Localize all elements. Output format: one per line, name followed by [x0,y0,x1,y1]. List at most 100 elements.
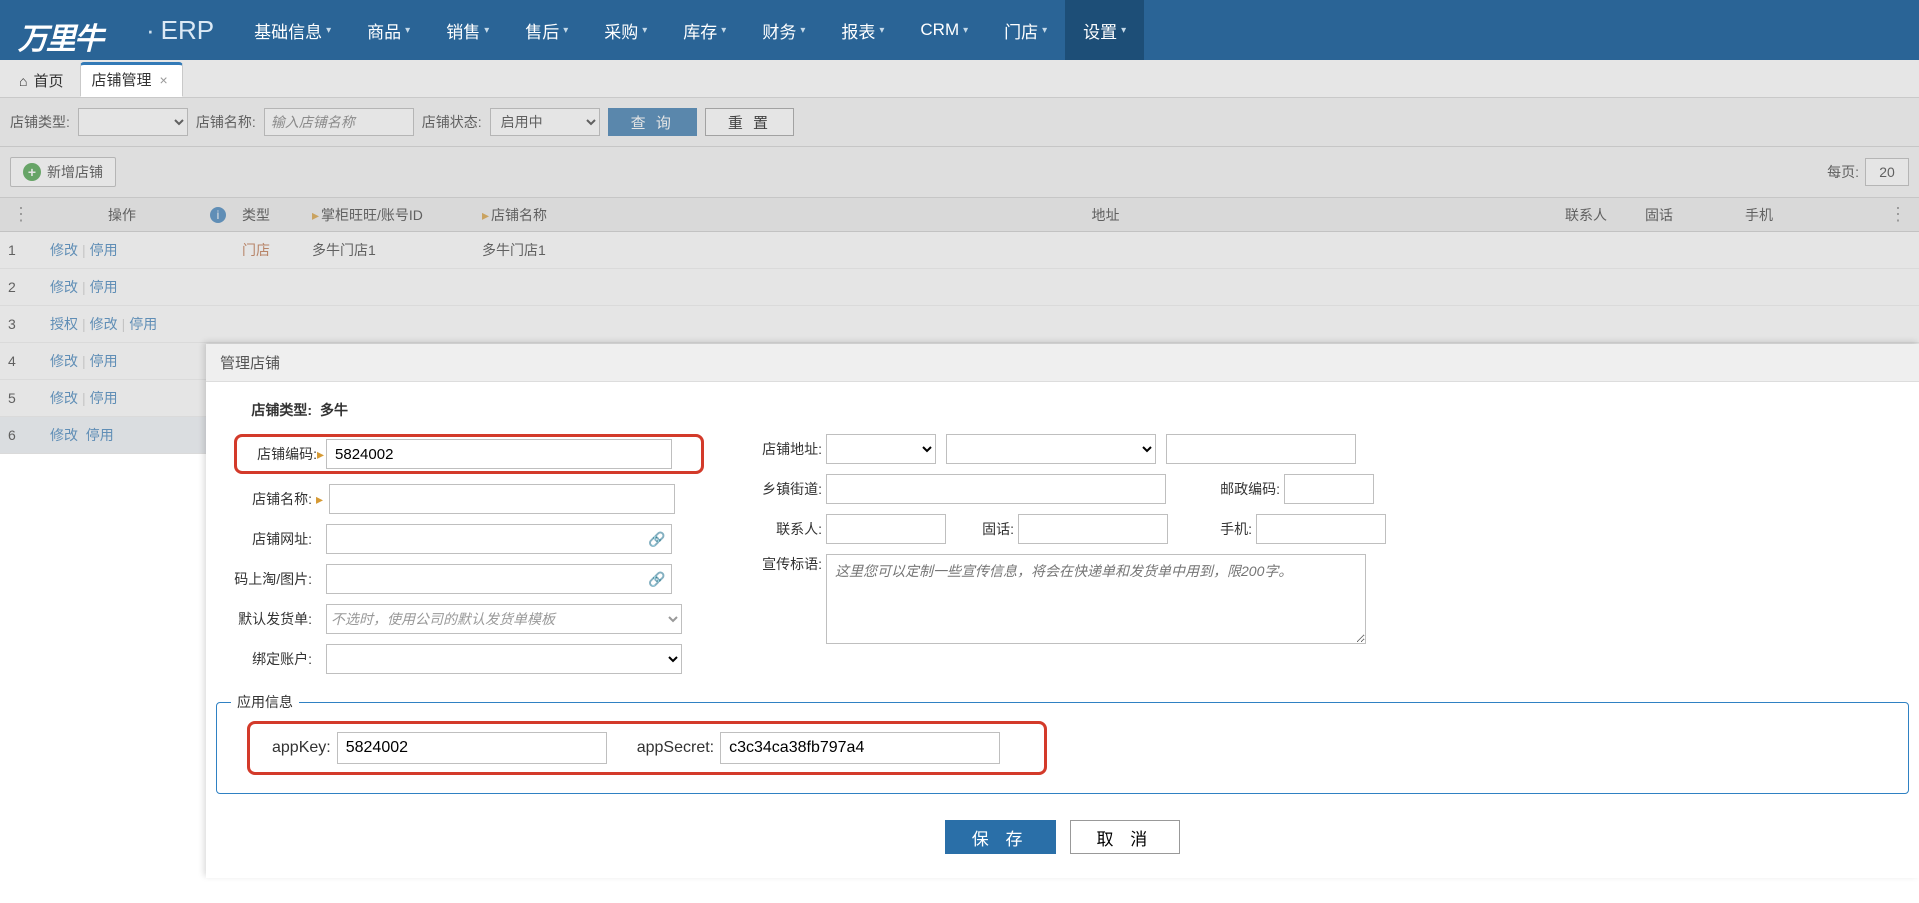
url-label: 店铺网址: [234,529,312,549]
th-op: 操作 [42,198,202,232]
shop-pic-input[interactable] [326,564,672,594]
shop-name-input[interactable] [329,484,675,514]
required-icon: ▸ [316,491,323,508]
bind-account-label: 绑定账户: [234,649,312,669]
disable-link[interactable]: 停用 [90,353,118,369]
default-slip-select[interactable]: 不选时，使用公司的默认发货单模板 [326,604,682,634]
save-button[interactable]: 保 存 [945,820,1056,854]
contact-input[interactable] [826,514,946,544]
required-icon: ▸ [317,446,324,463]
tab-home[interactable]: ⌂ 首页 [8,63,78,97]
shop-url-input[interactable] [326,524,672,554]
modify-link[interactable]: 修改 [50,279,78,295]
home-icon: ⌂ [19,73,27,89]
disable-link[interactable]: 停用 [90,279,118,295]
filter-name-input[interactable] [264,108,414,136]
th-shop-name[interactable]: ▸店铺名称 [474,198,654,232]
caret-down-icon: ▾ [721,25,726,36]
modal-title: 管理店铺 [206,344,1919,382]
modify-link[interactable]: 修改 [50,242,78,258]
caret-down-icon: ▾ [484,25,489,36]
addr-province-select[interactable] [826,434,936,464]
tel-input[interactable] [1018,514,1168,544]
caret-down-icon: ▾ [563,25,568,36]
th-contact: 联系人 [1557,198,1637,232]
top-nav: 万里牛 · ERP 基础信息▾ 商品▾ 销售▾ 售后▾ 采购▾ 库存▾ 财务▾ … [0,0,1919,60]
slogan-label: 宣传标语: [744,554,822,574]
nav-product[interactable]: 商品▾ [349,0,428,60]
disable-link[interactable]: 停用 [90,390,118,406]
manage-shop-modal: 管理店铺 店铺类型: 多牛 店铺编码: ▸ 店铺名称: ▸ [206,344,1919,878]
caret-down-icon: ▾ [963,25,968,36]
slip-label: 默认发货单: [234,609,312,629]
drag-handle-icon[interactable]: ⋮ [8,204,34,224]
nav-store[interactable]: 门店▾ [986,0,1065,60]
filter-name-label: 店铺名称: [196,112,256,132]
nav-basic-info[interactable]: 基础信息▾ [236,0,349,60]
nav-finance[interactable]: 财务▾ [744,0,823,60]
disable-link[interactable]: 停用 [90,242,118,258]
info-icon[interactable]: i [210,207,226,223]
nav-sales[interactable]: 销售▾ [428,0,507,60]
close-icon[interactable]: × [160,72,168,88]
nav-crm[interactable]: CRM▾ [902,0,986,60]
filter-type-select[interactable] [78,108,188,136]
caret-down-icon: ▾ [642,25,647,36]
table-row: 1 修改|停用 门店 多牛门店1 多牛门店1 [0,232,1919,269]
logo-separator: · [140,15,161,46]
appkey-input[interactable] [337,732,607,764]
modal-footer: 保 存 取 消 [206,804,1919,858]
modify-link[interactable]: 修改 [50,353,78,369]
add-shop-button[interactable]: + 新增店铺 [10,157,116,187]
modify-link[interactable]: 修改 [50,390,78,406]
filter-status-select[interactable]: 启用中 [490,108,600,136]
sort-icon: ▸ [482,207,489,223]
disable-link[interactable]: 停用 [129,316,157,332]
drag-handle-icon[interactable]: ⋮ [1885,204,1911,224]
th-mobile: 手机 [1737,198,1877,232]
logo-area: 万里牛 · ERP [0,14,236,46]
auth-link[interactable]: 授权 [50,316,78,332]
page-size-input[interactable] [1865,158,1909,186]
addr-detail-input[interactable] [1166,434,1356,464]
appsecret-label: appSecret: [637,739,714,757]
mobile-input[interactable] [1256,514,1386,544]
slogan-textarea[interactable] [826,554,1366,644]
town-input[interactable] [826,474,1166,504]
appsecret-input[interactable] [720,732,1000,764]
shop-code-input[interactable] [326,439,672,469]
nav-report[interactable]: 报表▾ [823,0,902,60]
contact-label: 联系人: [744,519,822,539]
addr-city-select[interactable] [946,434,1156,464]
modify-link[interactable]: 修改 [50,427,78,443]
bind-account-select[interactable] [326,644,682,674]
type-label: 店铺类型: [234,400,312,420]
tel-label: 固话: [964,519,1014,539]
nav-settings[interactable]: 设置▾ [1065,0,1144,60]
tab-shop-manage[interactable]: 店铺管理 × [80,62,182,97]
app-credentials-highlight: appKey: appSecret: [247,721,1047,775]
th-address: 地址 [654,198,1557,232]
caret-down-icon: ▾ [1042,25,1047,36]
nav-items: 基础信息▾ 商品▾ 销售▾ 售后▾ 采购▾ 库存▾ 财务▾ 报表▾ CRM▾ 门… [236,0,1144,60]
nav-purchase[interactable]: 采购▾ [586,0,665,60]
type-cell: 门店 [234,232,304,269]
postcode-input[interactable] [1284,474,1374,504]
nav-inventory[interactable]: 库存▾ [665,0,744,60]
mobile-label: 手机: [1202,519,1252,539]
brand-suffix: ERP [161,15,214,46]
reset-button[interactable]: 重 置 [705,108,794,136]
th-wangwang[interactable]: ▸掌柜旺旺/账号ID [304,198,474,232]
th-type: 类型 [234,198,304,232]
page-size-label: 每页: [1827,162,1859,182]
caret-down-icon: ▾ [1121,25,1126,36]
query-button[interactable]: 查 询 [608,108,697,136]
nav-aftersale[interactable]: 售后▾ [507,0,586,60]
disable-link[interactable]: 停用 [86,427,114,443]
filter-bar: 店铺类型: 店铺名称: 店铺状态: 启用中 查 询 重 置 [0,98,1919,147]
addr-label: 店铺地址: [744,439,822,459]
modify-link[interactable]: 修改 [90,316,118,332]
cancel-button[interactable]: 取 消 [1070,820,1181,854]
type-value: 多牛 [320,400,348,420]
shop-code-highlight: 店铺编码: ▸ [234,434,704,474]
